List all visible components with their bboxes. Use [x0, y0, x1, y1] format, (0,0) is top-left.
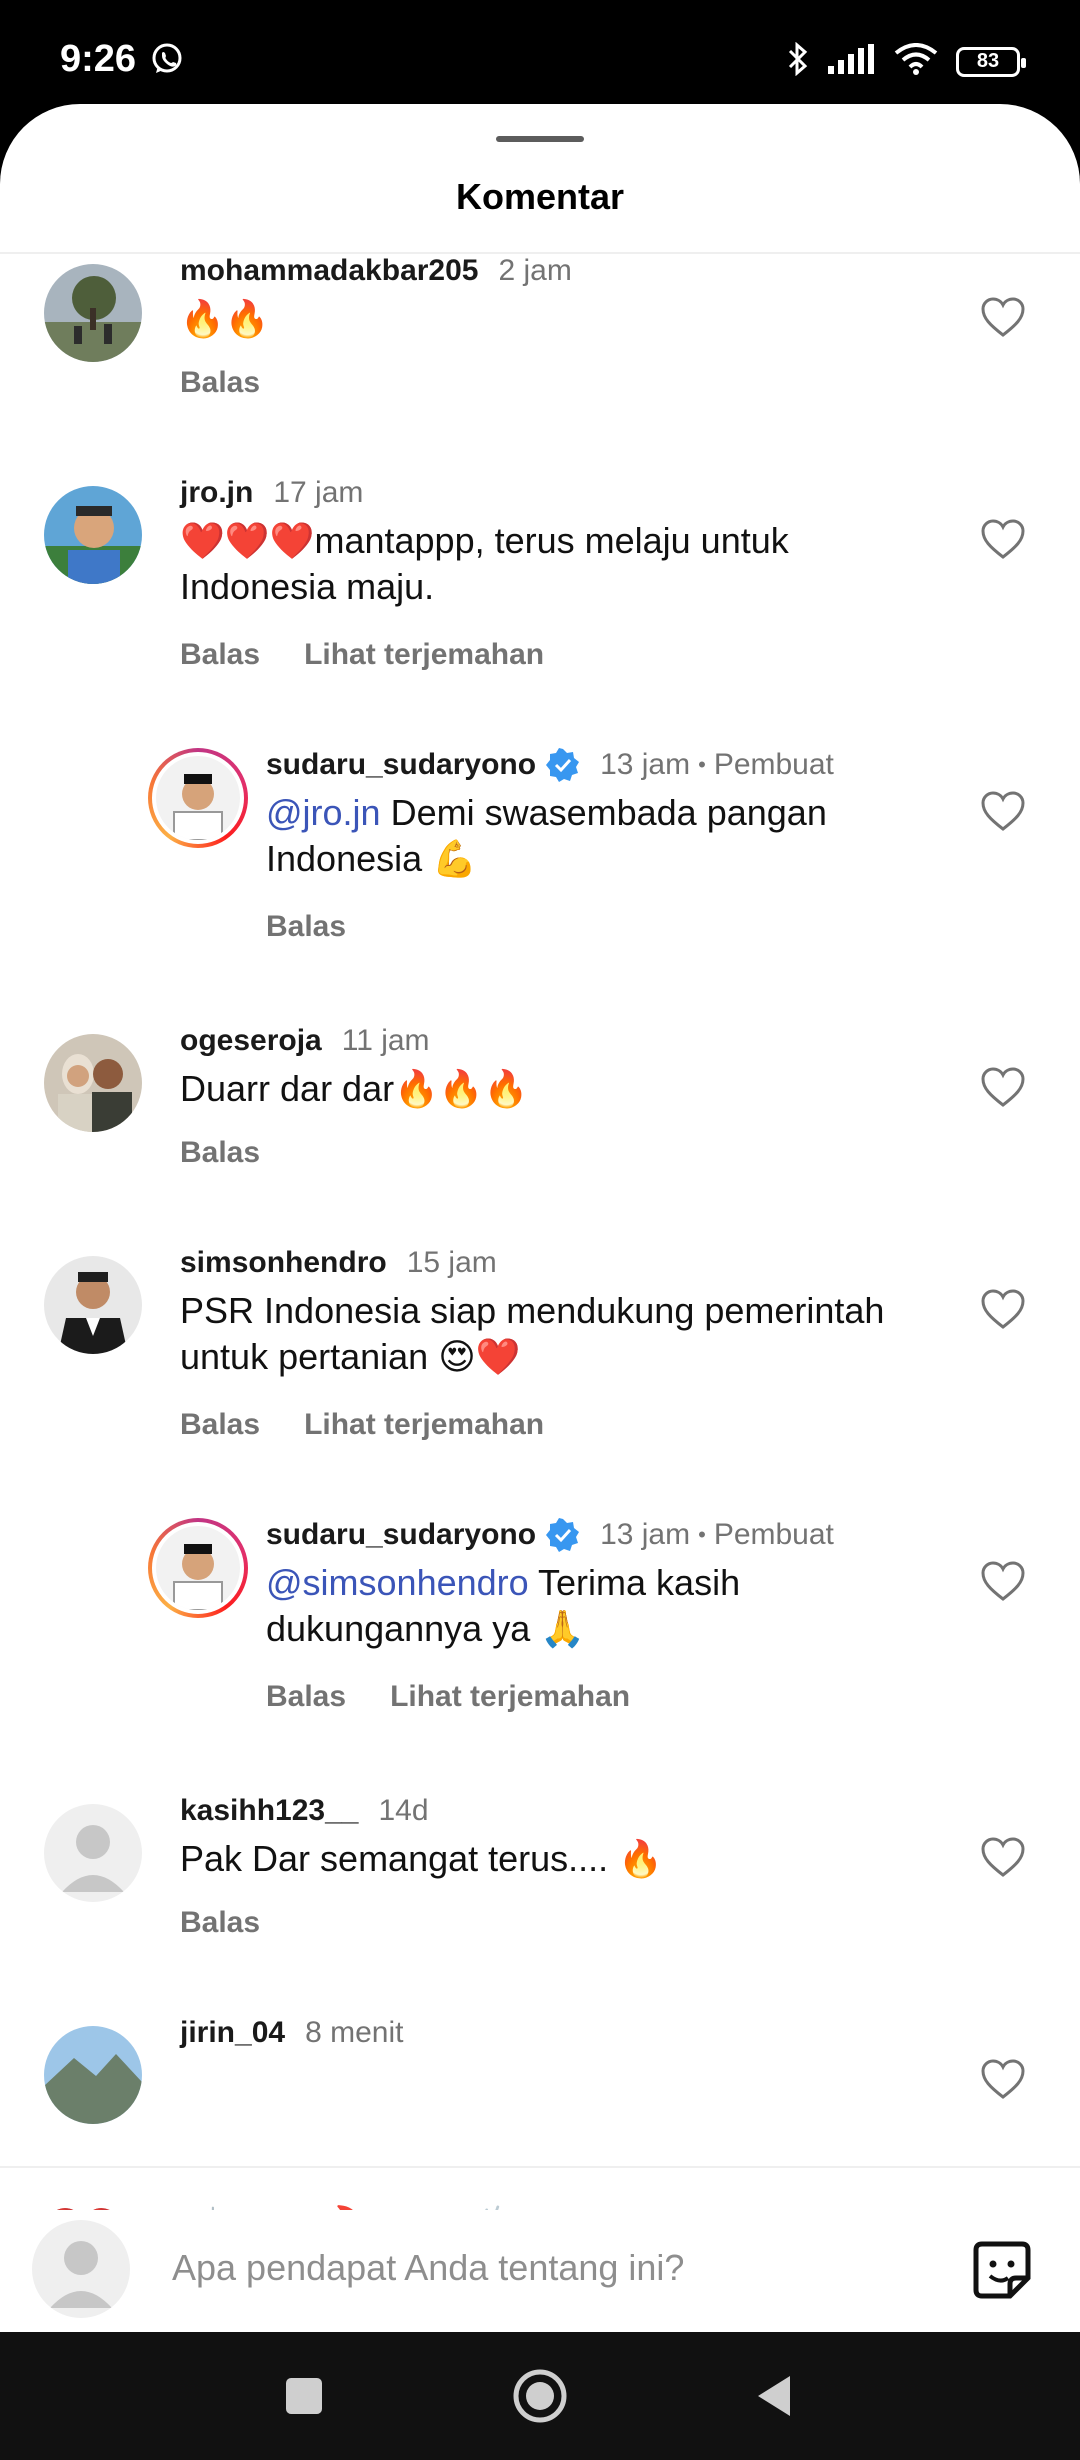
creator-badge: Pembuat: [713, 1518, 834, 1551]
mention-link[interactable]: @jro.jn: [266, 792, 381, 833]
reply-button[interactable]: Balas: [266, 910, 346, 944]
comment-reply-item: sudaru_sudaryono 13 jam • Pembuat @simso…: [0, 1518, 1080, 1738]
sheet-title: Komentar: [455, 176, 625, 217]
avatar[interactable]: [148, 748, 248, 848]
comment-time: 13 jam: [600, 748, 691, 781]
heart-outline-icon[interactable]: [980, 1066, 1026, 1108]
heart-outline-icon[interactable]: [980, 1836, 1026, 1878]
comment-item: jro.jn 17 jam ❤️❤️❤️mantappp, terus mela…: [0, 476, 1080, 696]
status-bar: 9:26 83: [0, 0, 1080, 120]
whatsapp-icon: [150, 42, 184, 81]
back-button[interactable]: [752, 2368, 796, 2424]
comment-item: mohammadakbar205 2 jam 🔥🔥 Balas: [0, 254, 1080, 454]
sticker-icon[interactable]: [970, 2238, 1034, 2302]
reply-button[interactable]: Balas: [180, 1906, 260, 1940]
comment-reply-item: sudaru_sudaryono 13 jam • Pembuat @jro.j…: [0, 748, 1080, 968]
comment-text: 🔥🔥: [180, 298, 270, 339]
avatar[interactable]: [44, 264, 142, 362]
status-time: 9:26: [60, 38, 137, 80]
comment-username[interactable]: simsonhendro: [180, 1246, 387, 1280]
comment-text: ❤️❤️❤️mantappp, terus melaju untuk Indon…: [180, 520, 789, 607]
avatar[interactable]: [44, 1034, 142, 1132]
comment-composer: [0, 2210, 1080, 2332]
recents-button[interactable]: [282, 2368, 326, 2424]
comment-time: 13 jam: [600, 1518, 691, 1551]
comment-username[interactable]: kasihh123__: [180, 1794, 358, 1828]
mention-link[interactable]: @simsonhendro: [266, 1562, 529, 1603]
battery-indicator: 83: [956, 46, 1026, 77]
heart-outline-icon[interactable]: [980, 518, 1026, 560]
verified-badge-icon: [546, 748, 580, 782]
heart-outline-icon[interactable]: [980, 296, 1026, 338]
comment-username[interactable]: sudaru_sudaryono: [266, 748, 536, 782]
comment-username[interactable]: jro.jn: [180, 476, 253, 510]
comment-username[interactable]: sudaru_sudaryono: [266, 1518, 536, 1552]
android-navigation-bar: [0, 2332, 1080, 2460]
comment-time: 17 jam: [273, 476, 364, 509]
comment-item: ogeseroja 11 jam Duarr dar dar🔥🔥🔥 Balas: [0, 1024, 1080, 1224]
avatar[interactable]: [44, 1256, 142, 1354]
reply-button[interactable]: Balas: [180, 1408, 260, 1442]
reply-button[interactable]: Balas: [180, 1136, 260, 1170]
heart-outline-icon[interactable]: [980, 1288, 1026, 1330]
comment-time: 14d: [378, 1794, 429, 1827]
see-translation-button[interactable]: Lihat terjemahan: [304, 1408, 544, 1442]
comment-time: 8 menit: [305, 2016, 404, 2049]
verified-badge-icon: [546, 1518, 580, 1552]
comment-text: @jro.jn Demi swasembada pangan Indonesia…: [266, 790, 906, 882]
comment-username[interactable]: mohammadakbar205: [180, 254, 478, 288]
creator-badge: Pembuat: [713, 748, 834, 781]
comment-time: 15 jam: [406, 1246, 497, 1279]
separator-dot: •: [698, 1522, 706, 1547]
signal-icon: [828, 44, 876, 79]
comment-item: jirin_04 8 menit: [0, 2016, 1080, 2166]
heart-outline-icon[interactable]: [980, 1560, 1026, 1602]
comment-item: kasihh123__ 14d Pak Dar semangat terus..…: [0, 1794, 1080, 1994]
avatar[interactable]: [44, 486, 142, 584]
comment-time: 11 jam: [341, 1024, 430, 1057]
separator-dot: •: [698, 752, 706, 777]
home-button[interactable]: [510, 2368, 570, 2424]
see-translation-button[interactable]: Lihat terjemahan: [390, 1680, 630, 1714]
see-translation-button[interactable]: Lihat terjemahan: [304, 638, 544, 672]
comment-text: Duarr dar dar🔥🔥🔥: [180, 1068, 529, 1109]
avatar[interactable]: [44, 2026, 142, 2124]
comment-text: @simsonhendro Terima kasih dukungannya y…: [266, 1560, 846, 1652]
drag-handle[interactable]: [496, 136, 584, 142]
comment-input[interactable]: [170, 2232, 874, 2304]
reply-button[interactable]: Balas: [180, 366, 260, 400]
heart-outline-icon[interactable]: [980, 2058, 1026, 2100]
comment-list[interactable]: mohammadakbar205 2 jam 🔥🔥 Balas jro.jn 1…: [0, 254, 1080, 2166]
comment-text: PSR Indonesia siap mendukung pemerintah …: [180, 1290, 885, 1377]
bluetooth-icon: [786, 41, 810, 81]
avatar[interactable]: [148, 1518, 248, 1618]
comment-username[interactable]: jirin_04: [180, 2016, 285, 2050]
reply-button[interactable]: Balas: [180, 638, 260, 672]
comment-username[interactable]: ogeseroja: [180, 1024, 322, 1058]
avatar: [32, 2220, 130, 2318]
reply-button[interactable]: Balas: [266, 1680, 346, 1714]
avatar[interactable]: [44, 1804, 142, 1902]
heart-outline-icon[interactable]: [980, 790, 1026, 832]
comment-time: 2 jam: [498, 254, 572, 287]
comments-sheet: Komentar mohammadakbar205 2 jam 🔥🔥 Balas: [0, 104, 1080, 2332]
comment-text: Pak Dar semangat terus.... 🔥: [180, 1838, 664, 1879]
comment-item: simsonhendro 15 jam PSR Indonesia siap m…: [0, 1246, 1080, 1466]
wifi-icon: [894, 43, 938, 80]
